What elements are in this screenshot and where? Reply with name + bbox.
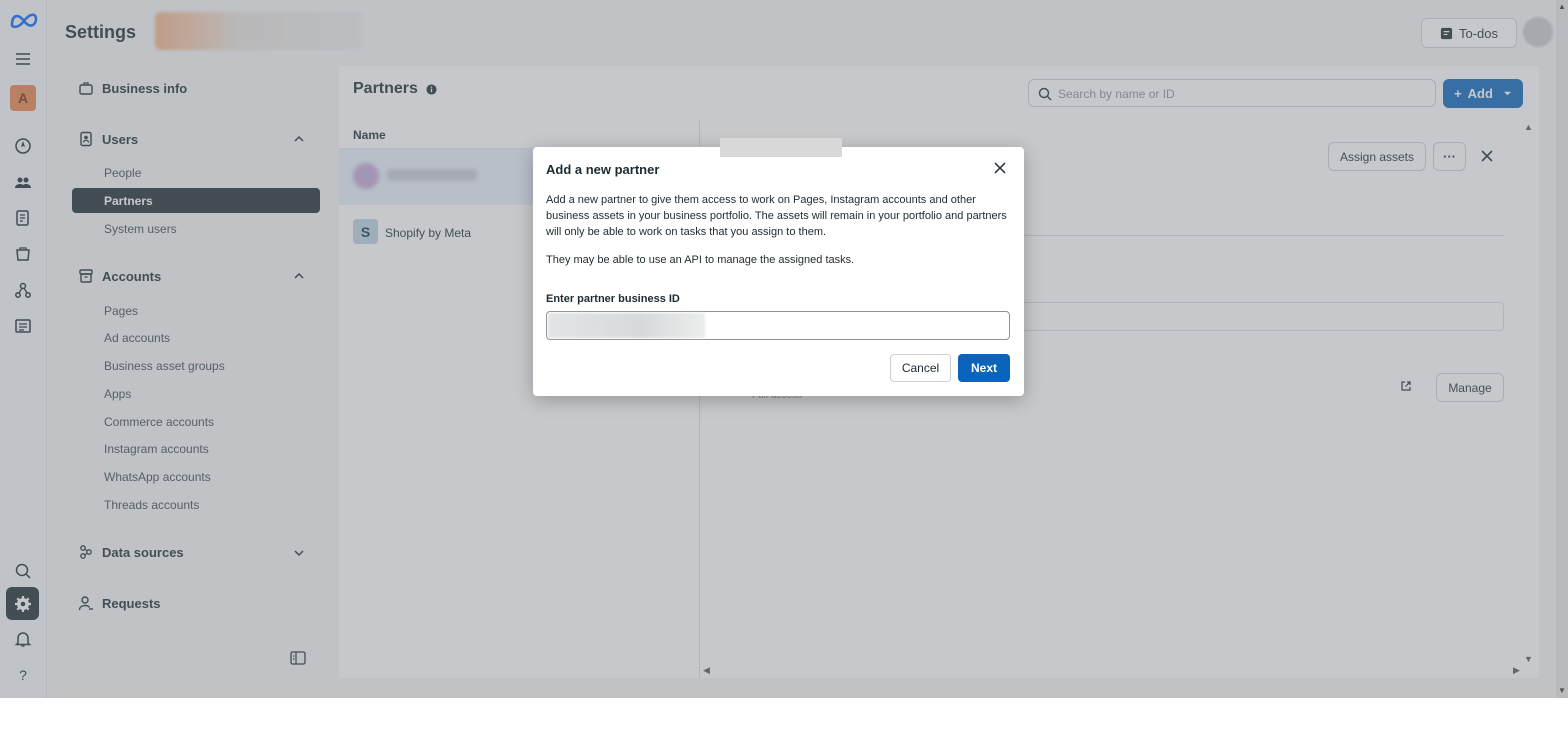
app-window: A ? Settings To-dos Business info Users …	[0, 0, 1568, 698]
add-partner-dialog: Add a new partner Add a new partner to g…	[533, 138, 1024, 396]
partner-id-redacted	[548, 313, 705, 338]
dialog-api-note: They may be able to use an API to manage…	[546, 254, 855, 266]
dialog-description: Add a new partner to give them access to…	[546, 194, 1007, 238]
dialog-title: Add a new partner	[546, 162, 660, 177]
next-button[interactable]: Next	[958, 354, 1010, 382]
close-icon[interactable]	[993, 161, 1007, 175]
partner-id-label: Enter partner business ID	[546, 293, 680, 305]
cancel-button[interactable]: Cancel	[890, 354, 951, 382]
redacted-tab	[720, 138, 842, 157]
